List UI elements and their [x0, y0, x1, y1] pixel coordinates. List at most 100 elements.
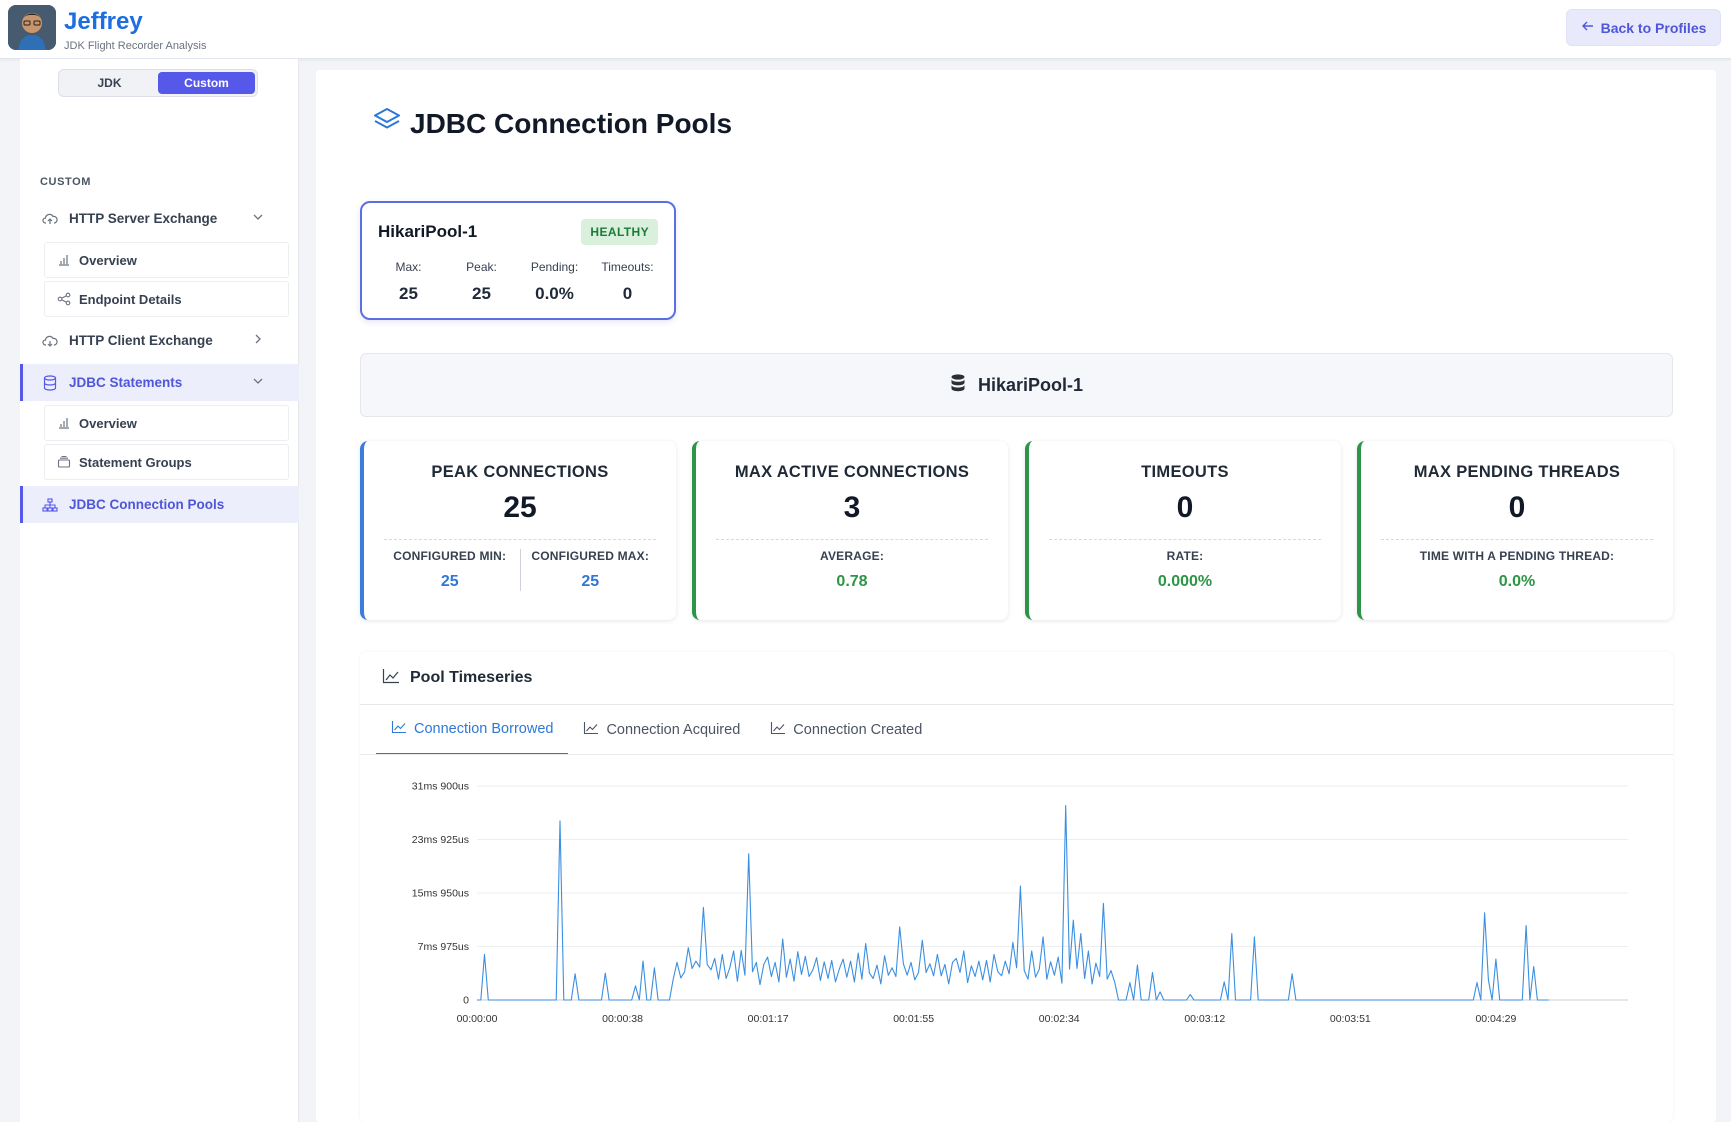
page-title-text: JDBC Connection Pools — [410, 107, 733, 139]
metric-title: MAX ACTIVE CONNECTIONS — [734, 463, 970, 481]
divider — [1049, 539, 1321, 540]
app-title: Jeffrey — [64, 8, 143, 35]
y-tick-label: 31ms 900us — [412, 781, 469, 793]
sidebar-item-label: Statement Groups — [79, 454, 192, 470]
tab-connection-borrowed[interactable]: Connection Borrowed — [376, 705, 569, 755]
sidebar-group-label: HTTP Client Exchange — [69, 333, 213, 348]
tab-connection-created[interactable]: Connection Created — [755, 705, 937, 755]
sidebar-group-http-server-exchange[interactable]: HTTP Server Exchange — [20, 200, 299, 237]
stat-label: Max: — [395, 260, 422, 274]
line-chart: 0 7ms 975us 15ms 950us 23ms 925us 31ms 900us… — [412, 781, 1628, 1025]
source-toggle: JDK Custom — [58, 69, 258, 97]
share-icon — [57, 292, 71, 306]
metric-value: 0 — [1508, 491, 1526, 524]
tab-label: Connection Created — [793, 722, 923, 738]
back-to-profiles-button[interactable]: Back to Profiles — [1566, 9, 1721, 46]
pool-card[interactable]: HikariPool-1 HEALTHY Max: 25 Peak: 25 Pe… — [360, 201, 676, 320]
sidebar-item-label: Endpoint Details — [79, 291, 182, 307]
bar-chart-icon — [57, 416, 71, 430]
sidebar-item-label: Overview — [79, 252, 137, 268]
metric-value: 0 — [1176, 491, 1194, 524]
tabs-divider — [360, 754, 1673, 755]
sidebar-item-label: Overview — [79, 415, 137, 431]
sidebar: JDK Custom CUSTOM HTTP Server Exchange O… — [20, 59, 299, 1122]
app-header: Jeffrey JDK Flight Recorder Analysis Bac… — [0, 0, 1731, 59]
divider — [384, 539, 656, 540]
y-tick-label: 15ms 950us — [412, 888, 469, 900]
pool-stats: Max: 25 Peak: 25 Pending: 0.0% Timeouts:… — [372, 260, 664, 304]
x-tick-label: 00:03:51 — [1330, 1013, 1371, 1025]
cloud-upload-icon — [42, 211, 58, 227]
y-tick-label: 23ms 925us — [412, 834, 469, 846]
toggle-custom[interactable]: Custom — [158, 72, 255, 94]
tab-label: Connection Acquired — [606, 722, 741, 738]
app-subtitle: JDK Flight Recorder Analysis — [64, 40, 207, 52]
sidebar-group-label: JDBC Statements — [69, 375, 183, 390]
metric-sub-label: CONFIGURED MIN: — [393, 549, 507, 563]
chevron-down-icon — [251, 210, 265, 224]
metric-sub-value: 0.0% — [1498, 573, 1536, 590]
sidebar-item-jdbc-overview[interactable]: Overview — [44, 405, 289, 441]
bar-chart-icon — [57, 253, 71, 267]
sidebar-item-statement-groups[interactable]: Statement Groups — [44, 444, 289, 480]
timeseries-chart: 0 7ms 975us 15ms 950us 23ms 925us 31ms 900us… — [360, 756, 1673, 1122]
metric-value: 3 — [843, 491, 861, 524]
stat-label: Pending: — [530, 260, 579, 274]
sidebar-group-label: HTTP Server Exchange — [69, 211, 218, 226]
timeseries-title: Pool Timeseries — [410, 669, 533, 686]
sidebar-group-jdbc-statements[interactable]: JDBC Statements — [20, 364, 299, 401]
sidebar-group-http-client-exchange[interactable]: HTTP Client Exchange — [20, 322, 299, 359]
pool-stat-max: Max: 25 — [372, 260, 445, 304]
line-chart-icon — [770, 721, 786, 739]
series-line — [477, 804, 1549, 1001]
back-button-label: Back to Profiles — [1600, 19, 1707, 36]
pool-header-name: HikariPool-1 — [977, 374, 1084, 395]
x-tick-label: 00:04:29 — [1475, 1013, 1516, 1025]
timeseries-tabs: Connection Borrowed Connection Acquired … — [376, 705, 937, 755]
timeseries-header: Pool Timeseries — [360, 652, 1673, 705]
arrow-left-icon — [1581, 19, 1595, 36]
stat-label: Timeouts: — [601, 260, 654, 274]
metric-sub-label: CONFIGURED MAX: — [531, 549, 650, 563]
metric-sub-value: 0.000% — [1157, 573, 1213, 590]
tab-label: Connection Borrowed — [414, 721, 554, 737]
sidebar-item-http-overview[interactable]: Overview — [44, 242, 289, 278]
diagram-icon — [42, 497, 58, 513]
app-logo — [8, 5, 56, 50]
status-badge: HEALTHY — [581, 219, 658, 245]
metric-sub-average: AVERAGE: 0.78 — [712, 549, 992, 591]
x-tick-label: 00:00:38 — [602, 1013, 643, 1025]
chevron-right-icon — [251, 332, 265, 346]
metric-card-max-active-connections: MAX ACTIVE CONNECTIONS 3 AVERAGE: 0.78 — [692, 441, 1008, 620]
y-tick-label: 7ms 975us — [418, 941, 469, 953]
metric-sub-rate: RATE: 0.000% — [1045, 549, 1325, 591]
x-tick-label: 00:00:00 — [457, 1013, 498, 1025]
metric-sub-pending-time: TIME WITH A PENDING THREAD: 0.0% — [1377, 549, 1657, 591]
x-tick-label: 00:01:55 — [893, 1013, 934, 1025]
line-chart-icon — [583, 721, 599, 739]
x-tick-label: 00:02:34 — [1039, 1013, 1080, 1025]
section-label: CUSTOM — [40, 176, 92, 188]
metric-sub-configured-max: CONFIGURED MAX: 25 — [519, 549, 661, 591]
metric-value: 25 — [503, 491, 537, 524]
line-chart-icon — [382, 668, 400, 689]
pool-header: HikariPool-1 — [360, 353, 1673, 417]
sidebar-group-jdbc-connection-pools[interactable]: JDBC Connection Pools — [20, 486, 299, 523]
pool-stat-timeouts: Timeouts: 0 — [591, 260, 664, 304]
metric-sub-value: 0.78 — [836, 573, 868, 590]
y-tick-label: 0 — [463, 995, 469, 1007]
page-title: JDBC Connection Pools — [372, 106, 732, 141]
database-icon — [950, 373, 966, 398]
stat-value: 0 — [622, 284, 633, 303]
pool-name: HikariPool-1 — [378, 222, 478, 241]
toggle-jdk[interactable]: JDK — [61, 72, 158, 94]
sidebar-item-endpoint-details[interactable]: Endpoint Details — [44, 281, 289, 317]
metric-title: MAX PENDING THREADS — [1413, 463, 1621, 481]
stat-value: 25 — [399, 284, 418, 303]
tab-connection-acquired[interactable]: Connection Acquired — [568, 705, 755, 755]
metric-sub-label: AVERAGE: — [819, 549, 885, 563]
metric-sub-label: TIME WITH A PENDING THREAD: — [1419, 549, 1615, 563]
stat-value: 0.0% — [535, 284, 574, 303]
collection-icon — [57, 455, 71, 469]
metric-subs: RATE: 0.000% — [1045, 549, 1325, 591]
